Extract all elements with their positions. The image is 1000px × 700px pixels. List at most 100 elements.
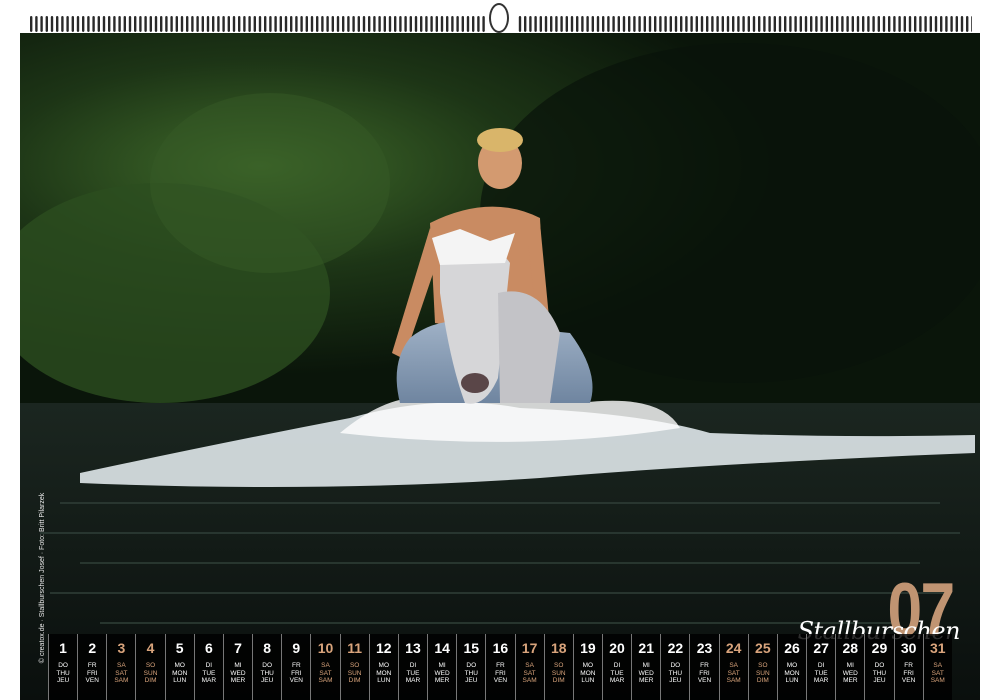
binding-loop — [518, 16, 522, 32]
weekday-en: TUE — [610, 669, 624, 677]
weekday-en: FRI — [291, 669, 302, 677]
day-cell: 27 DI TUE MAR — [806, 634, 835, 700]
binding-loop — [908, 16, 912, 32]
binding-loop — [815, 16, 818, 32]
day-cell: 24 SA SAT SAM — [718, 634, 748, 700]
binding-loop — [680, 16, 683, 32]
binding-loop — [534, 16, 537, 32]
day-number: 23 — [696, 640, 713, 656]
binding-loop — [872, 16, 875, 32]
binding-loop — [279, 16, 282, 32]
binding-loop — [399, 16, 402, 32]
day-number: 30 — [900, 640, 917, 656]
weekday-en: FRI — [699, 669, 710, 677]
weekday-en: MON — [376, 669, 392, 677]
binding-loop — [191, 16, 194, 32]
binding-loop — [186, 16, 189, 32]
binding-loop — [196, 16, 199, 32]
binding-loop — [253, 16, 256, 32]
binding-loop — [685, 16, 688, 32]
calendar-hanger — [489, 3, 509, 33]
day-number: 8 — [263, 640, 272, 656]
day-number: 20 — [609, 640, 625, 656]
binding-loop — [836, 16, 839, 32]
binding-loop — [565, 16, 568, 32]
binding-loop — [898, 16, 901, 32]
weekday-de: DI — [817, 662, 825, 669]
binding-loop — [97, 16, 100, 32]
weekday-en: MON — [784, 669, 800, 677]
binding-loop — [383, 16, 386, 32]
photo-illustration — [20, 33, 980, 700]
day-cell: 23 FR FRI VEN — [689, 634, 718, 700]
binding-loop — [227, 16, 230, 32]
weekday-de: DI — [205, 662, 213, 669]
weekday-de: SA — [525, 662, 534, 669]
binding-loop — [747, 16, 750, 32]
binding-loop — [950, 16, 953, 32]
binding-loop — [352, 16, 355, 32]
weekday-en: WED — [230, 669, 246, 677]
weekday-en: WED — [434, 669, 450, 677]
binding-loop — [862, 16, 865, 32]
weekday-de: FR — [700, 662, 709, 669]
binding-loop — [362, 16, 366, 32]
binding-loop — [300, 16, 303, 32]
weekday-fr: MAR — [609, 677, 625, 684]
day-cell: 12 MO MON LUN — [368, 634, 398, 700]
day-cell: 10 SA SAT SAM — [310, 634, 339, 700]
weekday-de: FR — [496, 662, 505, 669]
binding-loop — [877, 16, 880, 32]
binding-loop — [373, 16, 376, 32]
binding-loop — [945, 16, 948, 32]
binding-loop — [586, 16, 589, 32]
weekday-fr: MER — [230, 677, 246, 684]
binding-loop — [810, 16, 813, 32]
binding-loop — [123, 16, 126, 32]
day-number: 11 — [347, 640, 363, 656]
binding-loop — [799, 16, 802, 32]
binding-loop — [50, 16, 54, 32]
binding-loop — [867, 16, 870, 32]
binding-loop — [128, 16, 132, 32]
binding-loop — [149, 16, 152, 32]
binding-loop — [934, 16, 938, 32]
day-cell: 20 DI TUE MAR — [601, 634, 631, 700]
weekday-fr: SAM — [522, 677, 537, 684]
binding-loop — [669, 16, 672, 32]
binding-loop — [342, 16, 345, 32]
binding-loop — [602, 16, 605, 32]
weekday-fr: MER — [434, 677, 450, 684]
binding-loop — [435, 16, 438, 32]
weekday-en: SUN — [755, 669, 770, 677]
binding-loop — [674, 16, 678, 32]
binding-loop — [248, 16, 251, 32]
binding-loop — [659, 16, 662, 32]
binding-loop — [773, 16, 776, 32]
binding-loop — [212, 16, 215, 32]
binding-loop — [466, 16, 470, 32]
binding-loop — [160, 16, 163, 32]
binding-loop — [742, 16, 745, 32]
day-cell: 30 FR FRI VEN — [893, 634, 923, 700]
binding-loop — [321, 16, 324, 32]
binding-loop — [622, 16, 626, 32]
weekday-en: SAT — [319, 669, 332, 677]
weekday-fr: LUN — [377, 677, 391, 684]
binding-loop — [87, 16, 90, 32]
day-number: 19 — [580, 640, 596, 656]
day-cell: 22 DO THU JEU — [660, 634, 689, 700]
binding-loop — [477, 16, 480, 32]
binding-loop — [960, 16, 964, 32]
weekday-en: TUE — [406, 669, 420, 677]
weekday-de: FR — [87, 662, 97, 669]
weekday-fr: MAR — [813, 677, 829, 684]
binding-loop — [414, 16, 418, 32]
day-number: 3 — [117, 640, 126, 656]
weekday-en: SAT — [931, 669, 944, 677]
weekday-fr: SAM — [930, 677, 945, 684]
binding-loop — [628, 16, 631, 32]
weekday-fr: LUN — [173, 677, 187, 684]
day-number: 5 — [175, 640, 184, 656]
binding-loop — [222, 16, 225, 32]
